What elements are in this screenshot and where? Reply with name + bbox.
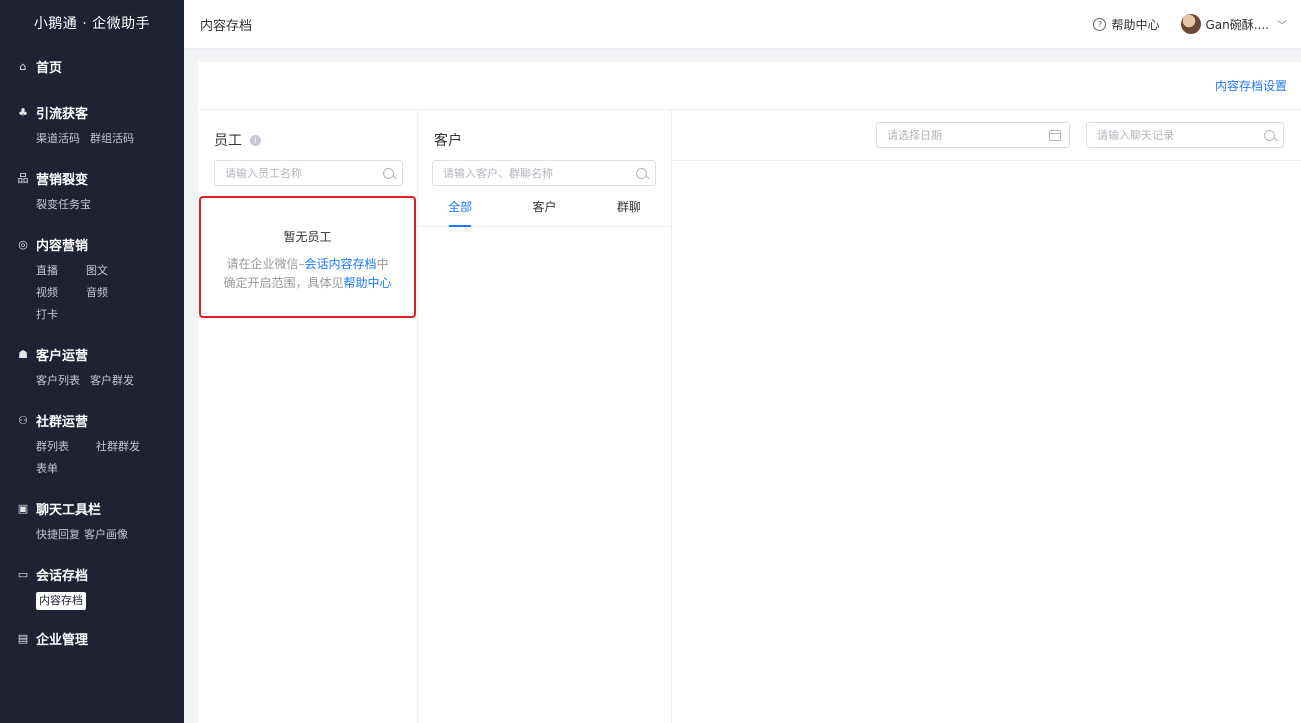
content-icon: ◎: [18, 237, 28, 251]
nav-archive[interactable]: ▭ 会话存档: [16, 564, 184, 584]
nav-community-label: 社群运营: [36, 414, 89, 430]
nav-customer-label: 客户运营: [36, 348, 89, 364]
user-icon: ☗: [18, 347, 28, 361]
sidebar-item-group-code[interactable]: 群组活码: [90, 128, 134, 150]
employee-search-input[interactable]: 请输入员工名称: [214, 160, 403, 186]
customer-column: 客户 请输入客户、群聊名称 全部 客户 群聊: [418, 110, 672, 723]
sidebar-item-channel-code[interactable]: 渠道活码: [36, 128, 80, 150]
nav-toolbar-label: 聊天工具栏: [36, 502, 102, 518]
top-bar: 内容存档 ? 帮助中心 Gan碗酥.... ﹀: [184, 0, 1301, 49]
sidebar-item-live[interactable]: 直播: [36, 260, 76, 282]
empty-text: 确定开启范围，具体见: [223, 276, 344, 290]
nav-archive-label: 会话存档: [36, 568, 89, 584]
calendar-icon: [1049, 129, 1061, 141]
chat-search-input[interactable]: 请输入聊天记录: [1086, 122, 1284, 148]
nav-toolbar[interactable]: ▣ 聊天工具栏: [16, 498, 184, 518]
nav-group-fission: 品 营销裂变 裂变任务宝: [0, 168, 184, 216]
nav-group-toolbar: ▣ 聊天工具栏 快捷回复 客户画像: [0, 498, 184, 546]
sidebar-item-video[interactable]: 视频: [36, 282, 76, 304]
nav-home[interactable]: ⌂ 首页: [16, 56, 184, 76]
empty-text: 请在企业微信–: [226, 257, 305, 271]
customer-search-placeholder: 请输入客户、群聊名称: [443, 167, 553, 180]
help-center-link[interactable]: 帮助中心: [1111, 16, 1159, 33]
page-title: 内容存档: [200, 18, 253, 34]
sidebar-item-form[interactable]: 表单: [36, 458, 68, 480]
sidebar-item-content-archive[interactable]: 内容存档: [36, 592, 86, 610]
employee-column: 员工 i 请输入员工名称 暂无员工 请在企业微信–会话内容存档中 确定开启范围，…: [198, 110, 418, 723]
tab-customer[interactable]: 客户: [502, 192, 586, 226]
sidebar-item-checkin[interactable]: 打卡: [36, 304, 76, 326]
nav-customer[interactable]: ☗ 客户运营: [16, 344, 184, 364]
archive-settings-link[interactable]: 内容存档设置: [1215, 77, 1287, 94]
nav-group-home: ⌂ 首页: [0, 56, 184, 76]
nav-group-community: ⚇ 社群运营 群列表 社群群发 表单: [0, 410, 184, 480]
date-placeholder: 请选择日期: [887, 129, 942, 142]
chevron-down-icon[interactable]: ﹀: [1277, 17, 1287, 32]
sidebar-item-group-list[interactable]: 群列表: [36, 436, 86, 458]
enterprise-icon: ▤: [17, 631, 29, 645]
network-icon: ♣: [18, 105, 28, 119]
sidebar-item-group-broadcast[interactable]: 社群群发: [96, 436, 140, 458]
nav-group-content: ◎ 内容营销 直播 图文 视频 音频 打卡: [0, 234, 184, 326]
sidebar-item-fission-task[interactable]: 裂变任务宝: [36, 194, 91, 216]
tab-group-chat[interactable]: 群聊: [587, 192, 671, 226]
home-icon: ⌂: [19, 59, 27, 73]
nav-content[interactable]: ◎ 内容营销: [16, 234, 184, 254]
nav-fission-label: 营销裂变: [36, 172, 89, 188]
group-icon: ⚇: [18, 413, 28, 427]
date-picker[interactable]: 请选择日期: [876, 122, 1070, 148]
nav-group-acquisition: ♣ 引流获客 渠道活码 群组活码: [0, 102, 184, 150]
brand-title[interactable]: 小鹅通 · 企微助手: [0, 0, 184, 48]
sidebar-item-customer-profile[interactable]: 客户画像: [84, 524, 128, 546]
nav-group-archive: ▭ 会话存档 内容存档: [0, 564, 184, 610]
empty-text: 中: [376, 257, 389, 271]
search-icon: [636, 167, 647, 179]
sidebar-item-article[interactable]: 图文: [86, 260, 126, 282]
empty-title: 暂无员工: [283, 230, 332, 244]
nav-content-label: 内容营销: [36, 238, 89, 254]
nav-home-label: 首页: [36, 60, 63, 76]
tab-all[interactable]: 全部: [418, 192, 502, 227]
help-icon[interactable]: ?: [1093, 17, 1107, 31]
empty-employee-notice: 暂无员工 请在企业微信–会话内容存档中 确定开启范围，具体见帮助中心: [199, 196, 416, 318]
help-center-inline-link[interactable]: 帮助中心: [344, 276, 392, 290]
info-icon[interactable]: i: [250, 134, 261, 146]
nav-acquisition-label: 引流获客: [36, 106, 89, 122]
nav-enterprise-label: 企业管理: [36, 632, 89, 648]
nav-enterprise[interactable]: ▤ 企业管理: [16, 628, 184, 648]
nav-community[interactable]: ⚇ 社群运营: [16, 410, 184, 430]
avatar[interactable]: [1181, 14, 1202, 34]
customer-title: 客户: [434, 133, 462, 149]
search-icon: [383, 167, 394, 179]
session-archive-link[interactable]: 会话内容存档: [304, 257, 376, 271]
chat-search-placeholder: 请输入聊天记录: [1097, 129, 1174, 142]
toolbar-icon: ▣: [17, 501, 29, 515]
employee-search-placeholder: 请输入员工名称: [225, 167, 302, 180]
chat-toolbar: 请选择日期 请输入聊天记录: [672, 110, 1301, 161]
sidebar-item-customer-list[interactable]: 客户列表: [36, 370, 80, 392]
nav-fission[interactable]: 品 营销裂变: [16, 168, 184, 188]
content-archive-panel: 内容存档设置 员工 i 请输入员工名称 暂无员工 请在企业微信–会话内容存档中 …: [198, 62, 1301, 723]
sidebar: 小鹅通 · 企微助手 ⌂ 首页 ♣ 引流获客 渠道活码 群组活码 品 营销裂变 …: [0, 0, 184, 723]
nav-group-enterprise: ▤ 企业管理: [0, 628, 184, 648]
search-icon: [1264, 129, 1275, 141]
customer-search-input[interactable]: 请输入客户、群聊名称: [432, 160, 656, 186]
employee-title: 员工: [214, 133, 242, 149]
sidebar-item-audio[interactable]: 音频: [86, 282, 126, 304]
chat-archive-icon: ▭: [17, 567, 29, 581]
nav-acquisition[interactable]: ♣ 引流获客: [16, 102, 184, 122]
user-name[interactable]: Gan碗酥....: [1205, 16, 1269, 33]
chat-column: 请选择日期 请输入聊天记录: [672, 110, 1301, 723]
customer-tabs: 全部 客户 群聊: [418, 192, 671, 227]
nav-group-customer: ☗ 客户运营 客户列表 客户群发: [0, 344, 184, 392]
hierarchy-icon: 品: [17, 172, 29, 185]
sidebar-item-customer-broadcast[interactable]: 客户群发: [90, 370, 134, 392]
sidebar-item-quick-reply[interactable]: 快捷回复: [36, 524, 80, 546]
